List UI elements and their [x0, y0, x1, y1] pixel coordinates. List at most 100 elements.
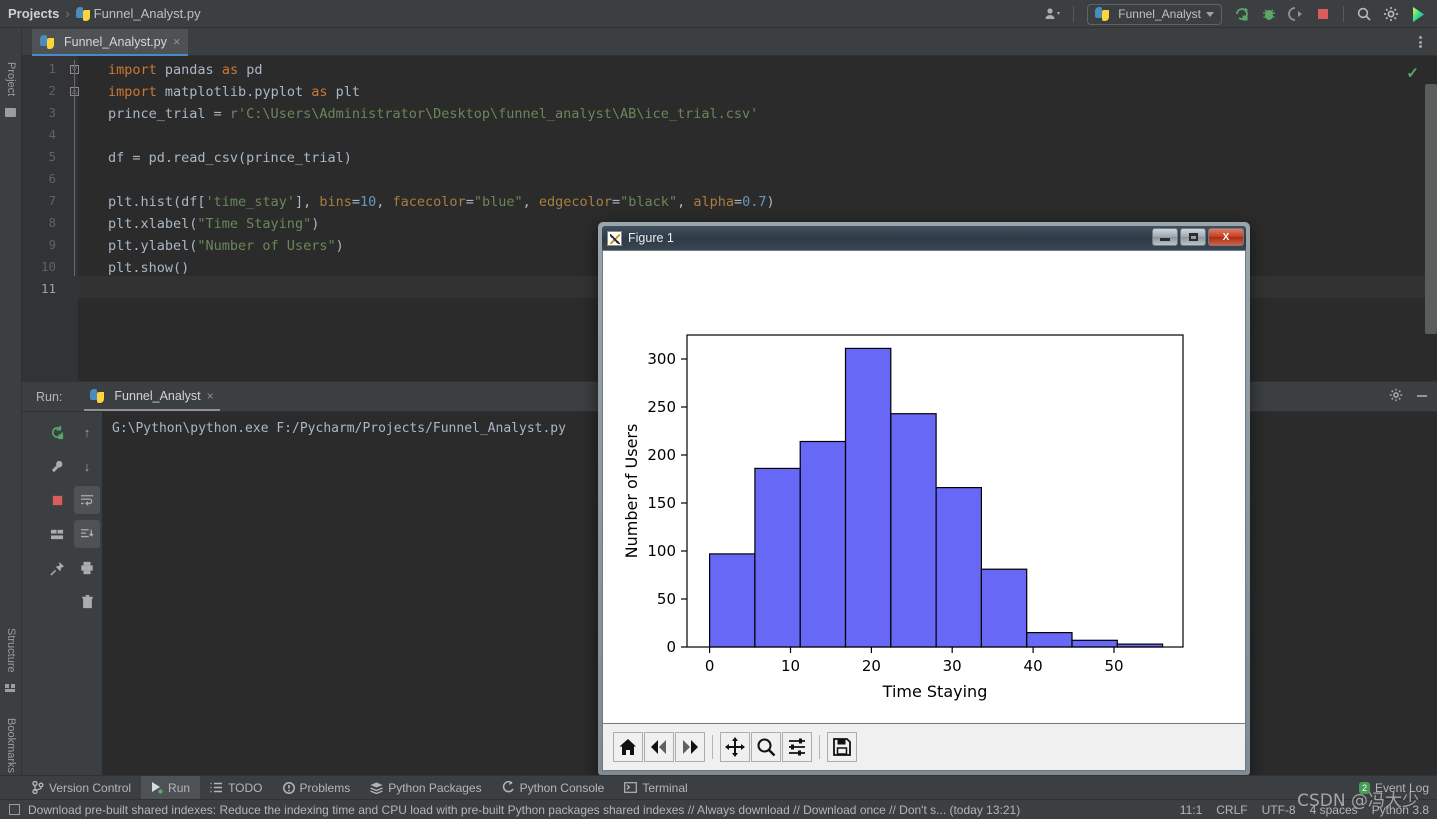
line-number: 8	[48, 215, 56, 230]
line-number: 7	[48, 193, 56, 208]
rerun-icon[interactable]	[44, 418, 70, 446]
line-number: 5	[48, 149, 56, 164]
breadcrumb-projects[interactable]: Projects	[8, 6, 59, 21]
code-line-9: plt.ylabel("Number of Users")	[108, 238, 344, 254]
top-toolbar-right: Funnel_Analyst	[1042, 0, 1437, 28]
bottom-item-todo[interactable]: TODO	[200, 776, 272, 800]
x-axis-tick-labels: 0 10 20 30 40 50	[705, 657, 1124, 675]
sidebar-item-bookmarks[interactable]: Bookmarks	[0, 718, 22, 773]
toolbar-divider-2	[1343, 6, 1344, 22]
figure-canvas[interactable]: 0 50 100 150 200 250 300 0 10 20 30 40 5…	[602, 250, 1246, 724]
bottom-item-python-packages[interactable]: Python Packages	[360, 776, 491, 800]
bottom-item-label: Terminal	[642, 780, 688, 795]
bar-bin-7	[980, 568, 1028, 648]
stop-icon[interactable]	[44, 486, 70, 514]
line-number-current: 11	[40, 281, 56, 296]
gear-icon[interactable]	[1389, 388, 1403, 407]
code-line-3: prince_trial = r'C:\Users\Administrator\…	[108, 106, 759, 122]
editor-scrollbar[interactable]	[1425, 84, 1437, 334]
run-configuration-selector[interactable]: Funnel_Analyst	[1087, 3, 1222, 25]
down-arrow-icon[interactable]: ↓	[74, 452, 100, 480]
close-window-button[interactable]: X	[1208, 228, 1244, 246]
zoom-magnifier-icon[interactable]	[751, 732, 781, 762]
matplotlib-figure-window[interactable]: Figure 1 X 0 50 100 150 200 250 300 0 10…	[598, 222, 1250, 775]
ide-logo-icon[interactable]	[1407, 3, 1429, 25]
pan-move-icon[interactable]	[720, 732, 750, 762]
run-secondary-toolbar: ↑ ↓	[74, 412, 100, 776]
status-indicator-icon[interactable]	[9, 804, 20, 815]
forward-arrow-icon[interactable]	[675, 732, 705, 762]
layout-icon[interactable]	[44, 520, 70, 548]
minimize-window-button[interactable]	[1152, 228, 1178, 246]
event-log-area[interactable]: 2 Event Log	[1358, 776, 1429, 800]
bottom-item-terminal[interactable]: Terminal	[614, 776, 697, 800]
caret-position[interactable]: 11:1	[1180, 803, 1202, 817]
bar-bin-8	[1026, 632, 1073, 648]
ide-window: Projects › Funnel_Analyst.py Funnel_Anal…	[0, 0, 1437, 819]
maximize-window-button[interactable]	[1180, 228, 1206, 246]
bar-bin-10	[1116, 643, 1164, 648]
console-command-line: G:\Python\python.exe F:/Pycharm/Projects…	[112, 421, 566, 436]
bottom-item-python-console[interactable]: Python Console	[492, 776, 615, 800]
search-icon[interactable]	[1353, 3, 1375, 25]
run-button-icon[interactable]	[1231, 3, 1253, 25]
run-panel-header-tools	[1389, 382, 1429, 412]
run-with-coverage-icon[interactable]	[1285, 3, 1307, 25]
gear-icon[interactable]	[1380, 3, 1402, 25]
status-message[interactable]: Download pre-built shared indexes: Reduc…	[28, 803, 1020, 817]
bottom-item-label: Version Control	[49, 780, 132, 795]
close-icon[interactable]: ×	[173, 34, 181, 49]
bottom-item-version-control[interactable]: Version Control	[22, 776, 141, 800]
bar-bin-2	[754, 467, 801, 648]
breadcrumb-file[interactable]: Funnel_Analyst.py	[94, 6, 201, 21]
scroll-to-end-icon[interactable]	[74, 520, 100, 548]
bar-bin-4	[844, 347, 892, 648]
trash-icon[interactable]	[74, 588, 100, 616]
figure-titlebar[interactable]: Figure 1 X	[602, 226, 1246, 250]
y-tick-label: 200	[647, 446, 676, 464]
user-account-icon[interactable]	[1042, 3, 1064, 25]
editor-tab-funnel-analyst[interactable]: Funnel_Analyst.py ×	[32, 29, 189, 56]
line-number: 2	[48, 83, 56, 98]
soft-wrap-icon[interactable]	[74, 486, 100, 514]
run-tab-funnel-analyst[interactable]: Funnel_Analyst ×	[84, 382, 220, 411]
pin-icon[interactable]	[44, 554, 70, 582]
y-axis-ticks	[681, 358, 687, 648]
wrench-icon[interactable]	[44, 452, 70, 480]
save-floppy-icon[interactable]	[827, 732, 857, 762]
run-play-icon	[152, 781, 163, 794]
sidebar-item-structure[interactable]: Structure	[0, 628, 22, 673]
line-separator[interactable]: CRLF	[1216, 803, 1247, 817]
bottom-item-problems[interactable]: Problems	[273, 776, 361, 800]
bottom-item-run[interactable]: Run	[141, 775, 201, 800]
sidebar-item-project[interactable]: Project	[0, 62, 22, 96]
bar-bin-1	[708, 553, 756, 648]
home-icon[interactable]	[613, 732, 643, 762]
y-tick-label: 150	[647, 494, 676, 512]
debug-bug-icon[interactable]	[1258, 3, 1280, 25]
python-interpreter[interactable]: Python 3.8	[1372, 803, 1429, 817]
print-icon[interactable]	[74, 554, 100, 582]
x-tick-label: 40	[1024, 657, 1043, 675]
branch-icon	[32, 781, 44, 794]
run-tab-close-icon[interactable]: ×	[207, 389, 214, 403]
python-console-icon	[502, 781, 514, 793]
stop-button-icon[interactable]	[1312, 3, 1334, 25]
minimize-icon[interactable]	[1415, 388, 1429, 407]
up-arrow-icon[interactable]: ↑	[74, 418, 100, 446]
status-bar: Download pre-built shared indexes: Reduc…	[0, 799, 1437, 819]
file-encoding[interactable]: UTF-8	[1262, 803, 1296, 817]
folder-icon[interactable]	[5, 108, 16, 117]
configure-subplots-icon[interactable]	[782, 732, 812, 762]
code-line-8: plt.xlabel("Time Staying")	[108, 216, 320, 232]
bottom-item-label: Problems	[299, 780, 351, 795]
code-line-5: df = pd.read_csv(prince_trial)	[108, 150, 352, 166]
y-tick-label: 0	[666, 638, 676, 656]
editor-options-kebab-icon[interactable]	[1413, 35, 1427, 49]
back-arrow-icon[interactable]	[644, 732, 674, 762]
indent-setting[interactable]: 4 spaces	[1310, 803, 1358, 817]
x-tick-label: 50	[1104, 657, 1123, 675]
editor-tab-label: Funnel_Analyst.py	[64, 34, 167, 49]
inspection-ok-check-icon[interactable]: ✓	[1406, 64, 1419, 82]
problems-icon	[282, 781, 295, 794]
